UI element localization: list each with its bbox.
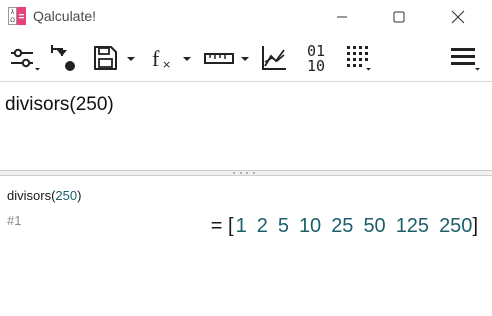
svg-text:×: × — [162, 58, 171, 71]
expression-input[interactable]: divisors(250) — [0, 82, 492, 170]
fx-icon: f × — [152, 46, 191, 71]
plot-button[interactable] — [258, 40, 290, 76]
store-variable-button[interactable] — [46, 40, 82, 76]
binary-icon: 01 10 — [307, 42, 325, 75]
plot-chart-icon — [262, 46, 286, 70]
result-value: 50 — [363, 215, 386, 237]
history-reference: #1 — [7, 213, 22, 228]
svg-text:10: 10 — [307, 57, 325, 75]
number-bases-button[interactable]: 01 10 — [298, 40, 334, 76]
toolbar: f × 01 10 — [0, 34, 492, 82]
minimize-icon — [337, 16, 347, 18]
functions-button[interactable]: f × — [148, 40, 196, 76]
svg-text:f: f — [152, 46, 160, 71]
history-expression-close: ) — [77, 188, 82, 203]
expression-text[interactable]: divisors(250) — [5, 94, 114, 116]
history-view[interactable]: divisors(250) #1 = [1 2 5 10 25 50 125 250] — [0, 176, 492, 316]
menu-button[interactable] — [446, 40, 482, 76]
result-equals: = — [210, 215, 223, 237]
floppy-disk-icon — [94, 46, 135, 70]
splitter-grip-icon[interactable] — [233, 172, 255, 174]
history-expression-function: divisors( — [7, 188, 56, 203]
sliders-icon — [11, 48, 40, 71]
units-button[interactable] — [200, 40, 256, 76]
result-value: 5 — [277, 215, 289, 237]
result-open-bracket: [ — [228, 215, 234, 237]
result-value: 250 — [439, 215, 473, 237]
keypad-button[interactable] — [342, 40, 378, 76]
maximize-icon — [393, 11, 405, 23]
history-expression[interactable]: divisors(250) — [7, 188, 81, 203]
result-value: 1 — [235, 215, 247, 237]
minimize-button[interactable] — [319, 0, 365, 34]
result-value: 10 — [298, 215, 322, 237]
result-value: 2 — [256, 215, 268, 237]
result-value: 25 — [331, 215, 354, 237]
history-result[interactable]: = [1 2 5 10 25 50 125 250] — [211, 215, 478, 238]
hamburger-menu-icon — [451, 48, 480, 71]
maximize-button[interactable] — [376, 0, 422, 34]
close-icon — [451, 10, 465, 24]
save-button[interactable] — [90, 40, 140, 76]
result-close-bracket: ] — [472, 215, 478, 237]
close-button[interactable] — [435, 0, 481, 34]
svg-text:λ: λ — [11, 9, 15, 16]
svg-text:Ω: Ω — [10, 17, 15, 24]
window-title: Qalculate! — [33, 8, 97, 24]
store-arrow-icon — [51, 45, 75, 71]
history-expression-argument: 250 — [55, 188, 78, 203]
keypad-grid-icon — [347, 46, 371, 71]
qalculate-app-icon: λ Ω — [8, 7, 26, 25]
mode-settings-button[interactable] — [6, 40, 42, 76]
title-bar[interactable]: λ Ω Qalculate! — [0, 0, 492, 34]
result-value: 125 — [395, 215, 430, 237]
ruler-icon — [204, 53, 249, 64]
